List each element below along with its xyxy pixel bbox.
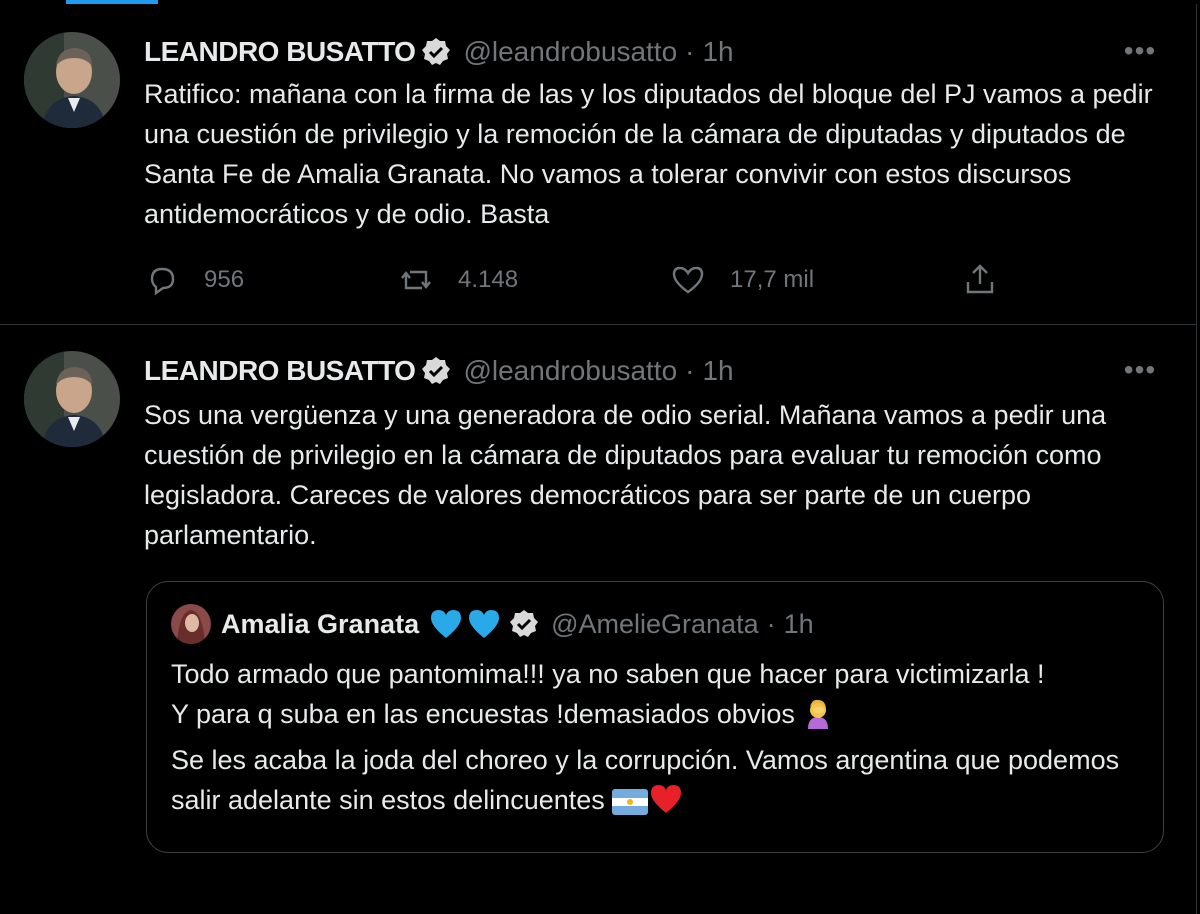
- blue-heart-emoji: [429, 608, 463, 640]
- quoted-avatar[interactable]: [171, 604, 211, 644]
- quoted-tweet-text: Todo armado que pantomima!!! ya no saben…: [171, 654, 1151, 826]
- tweet-body-text: Sos una vergüenza y una generadora de od…: [144, 400, 1107, 550]
- quoted-line-with-emoji: Y para q suba en las encuestas !demasiad…: [171, 694, 1151, 740]
- more-options-icon[interactable]: •••: [1120, 35, 1160, 66]
- author-name[interactable]: LEANDRO BUSATTO: [144, 355, 416, 387]
- argentina-flag-emoji: [612, 786, 649, 826]
- verified-badge-icon: [509, 609, 539, 639]
- reply-button[interactable]: 956: [144, 260, 244, 300]
- timestamp[interactable]: 1h: [702, 355, 733, 387]
- timestamp[interactable]: 1h: [702, 36, 733, 68]
- like-icon: [672, 266, 704, 294]
- blue-heart-emoji: [467, 608, 501, 640]
- avatar[interactable]: [24, 32, 120, 128]
- tweet-header: LEANDRO BUSATTO @leandrobusatto · 1h: [144, 32, 734, 72]
- share-icon: [966, 264, 994, 294]
- quoted-timestamp[interactable]: 1h: [784, 609, 814, 640]
- quoted-tweet[interactable]: Amalia Granata @AmelieGranata · 1h Todo …: [146, 581, 1164, 853]
- avatar[interactable]: [24, 351, 120, 447]
- tweet-text: Ratifico: mañana con la firma de las y l…: [144, 74, 1164, 234]
- like-count: 17,7 mil: [730, 266, 815, 293]
- quoted-tweet-header: Amalia Granata @AmelieGranata · 1h: [171, 604, 814, 644]
- author-handle[interactable]: @leandrobusatto: [463, 36, 677, 68]
- tweet-actions: 956 4.148 17,7 mil: [144, 260, 1014, 300]
- facepalm-emoji: [802, 697, 834, 740]
- verified-badge-icon: [421, 356, 451, 386]
- quoted-line-with-emoji: Se les acaba la joda del choreo y la cor…: [171, 740, 1151, 826]
- red-heart-emoji: [648, 783, 684, 826]
- separator-dot: ·: [685, 36, 695, 67]
- quoted-author-handle[interactable]: @AmelieGranata: [551, 609, 759, 640]
- quoted-line: Y para q suba en las encuestas !demasiad…: [171, 699, 795, 729]
- reply-count: 956: [204, 266, 245, 293]
- separator-dot: ·: [766, 608, 776, 639]
- verified-badge-icon: [421, 37, 451, 67]
- reply-icon: [150, 267, 175, 296]
- separator-dot: ·: [685, 355, 695, 386]
- like-button[interactable]: 17,7 mil: [670, 260, 814, 300]
- author-name[interactable]: LEANDRO BUSATTO: [144, 36, 416, 68]
- author-handle[interactable]: @leandrobusatto: [463, 355, 677, 387]
- quoted-author-name[interactable]: Amalia Granata: [221, 609, 419, 640]
- retweet-count: 4.148: [458, 266, 519, 293]
- tweet-body-text: Ratifico: mañana con la firma de las y l…: [144, 79, 1153, 229]
- retweet-icon: [401, 270, 431, 290]
- quoted-line: Todo armado que pantomima!!! ya no saben…: [171, 659, 1045, 689]
- tweet-header: LEANDRO BUSATTO @leandrobusatto · 1h: [144, 351, 734, 391]
- tweet-text: Sos una vergüenza y una generadora de od…: [144, 395, 1164, 555]
- more-options-icon[interactable]: •••: [1120, 354, 1160, 385]
- tweet[interactable]: LEANDRO BUSATTO @leandrobusatto · 1h •••…: [0, 325, 1197, 914]
- share-button[interactable]: [962, 260, 998, 300]
- retweet-button[interactable]: 4.148: [398, 260, 518, 300]
- tweet[interactable]: LEANDRO BUSATTO @leandrobusatto · 1h •••…: [0, 4, 1197, 325]
